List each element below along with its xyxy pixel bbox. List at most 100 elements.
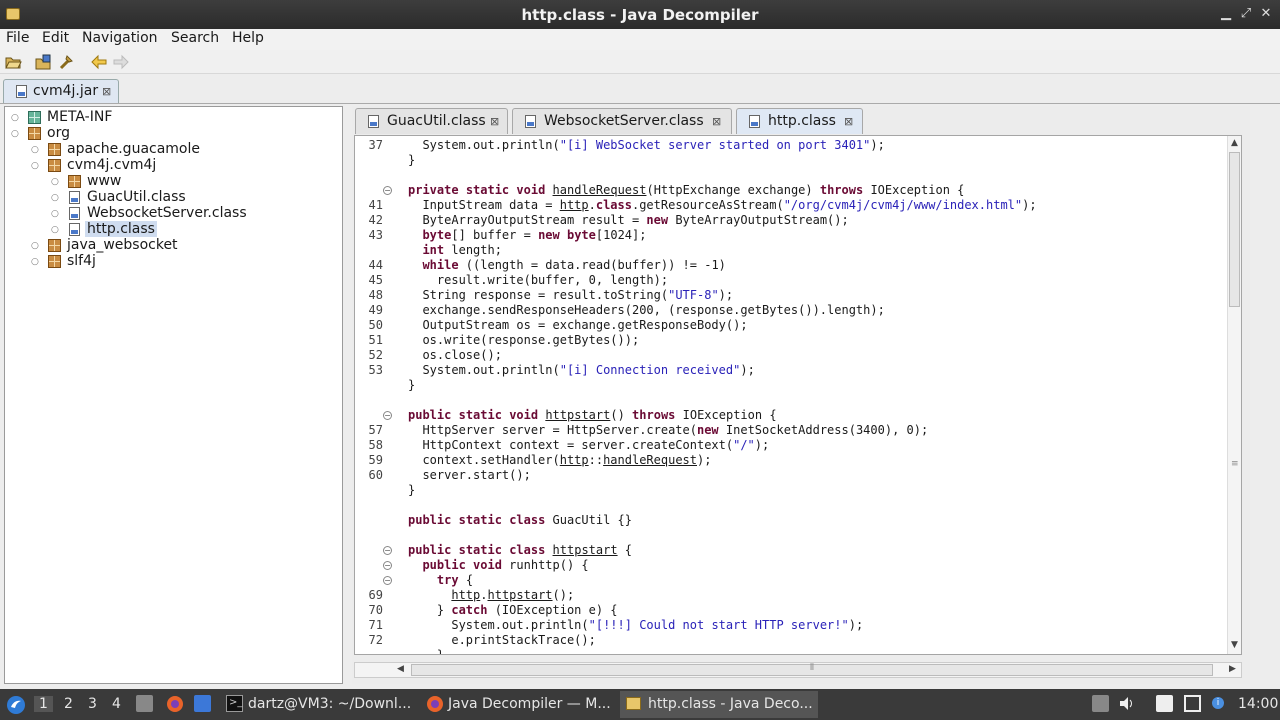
workspace-1[interactable]: 1: [34, 696, 53, 712]
fold-toggle-icon[interactable]: −: [383, 561, 392, 570]
close-icon[interactable]: ✕: [1258, 5, 1274, 23]
collapse-icon[interactable]: ○: [11, 129, 19, 139]
code-line: public void runhttp() {: [422, 558, 589, 572]
close-icon[interactable]: ⊠: [712, 115, 721, 128]
tree-node-cvm4j[interactable]: cvm4j.cvm4j: [67, 157, 156, 173]
file-manager-icon[interactable]: [136, 695, 153, 712]
code-line: while ((length = data.read(buffer)) != -…: [422, 258, 726, 272]
expand-icon[interactable]: ○: [51, 177, 59, 187]
tree-node-websocketserver[interactable]: WebsocketServer.class: [87, 205, 247, 221]
close-icon[interactable]: ⊠: [844, 115, 853, 128]
fold-toggle-icon[interactable]: −: [383, 546, 392, 555]
search-icon[interactable]: [58, 53, 76, 71]
tab-guacutil[interactable]: GuacUtil.class ⊠: [355, 108, 508, 134]
minimize-icon[interactable]: ▁: [1218, 5, 1234, 23]
menu-search[interactable]: Search: [169, 30, 221, 46]
terminal-icon: >_: [226, 695, 243, 712]
close-icon[interactable]: ⊠: [102, 85, 111, 98]
forward-icon[interactable]: [112, 53, 130, 71]
open-type-icon[interactable]: [35, 53, 53, 71]
jar-tab-strip: cvm4j.jar ⊠: [0, 76, 1280, 104]
line-number: 69: [368, 588, 383, 602]
code-view[interactable]: 37−41 42 43 44 45 48 49 50 51 52 53−57 58 59 60− − −69 7…: [354, 135, 1242, 655]
code-line: byte[] buffer = new byte[1024];: [422, 228, 647, 242]
expand-icon[interactable]: ○: [51, 193, 59, 203]
app-launcher-icon[interactable]: [194, 695, 211, 712]
workspace-2[interactable]: 2: [64, 696, 73, 712]
display-icon[interactable]: [1184, 695, 1201, 712]
tree-node-www[interactable]: www: [87, 173, 121, 189]
expand-icon[interactable]: ○: [51, 209, 59, 219]
line-number: 59: [368, 453, 383, 467]
scroll-down-icon[interactable]: ▼: [1231, 640, 1238, 650]
jar-file-icon: [16, 85, 27, 98]
expand-icon[interactable]: ○: [11, 113, 19, 123]
menu-help[interactable]: Help: [230, 30, 266, 46]
code-line: context.setHandler(http::handleRequest);: [408, 453, 712, 467]
expand-icon[interactable]: ○: [31, 241, 39, 251]
tab-label: http.class: [768, 113, 836, 129]
scroll-right-icon[interactable]: ▶: [1229, 664, 1236, 674]
package-icon: [48, 255, 61, 268]
code-line: HttpContext context = server.createConte…: [408, 438, 770, 452]
line-number: 72: [368, 633, 383, 647]
expand-icon[interactable]: ○: [31, 257, 39, 267]
tree-node-meta-inf[interactable]: META-INF: [47, 109, 112, 125]
package-icon: [48, 143, 61, 156]
jar-tab[interactable]: cvm4j.jar ⊠: [3, 79, 119, 103]
close-icon[interactable]: ⊠: [490, 115, 499, 128]
line-number-gutter: 37−41 42 43 44 45 48 49 50 51 52 53−57 58 59 60− − −69 7…: [355, 136, 395, 654]
code-line: String response = result.toString("UTF-8…: [408, 288, 734, 302]
tab-http[interactable]: http.class ⊠: [736, 108, 863, 134]
clock[interactable]: 14:00: [1238, 696, 1278, 712]
tray-app-icon[interactable]: [1092, 695, 1109, 712]
expand-icon[interactable]: ○: [31, 145, 39, 155]
menu-file[interactable]: File: [4, 30, 31, 46]
start-menu-icon[interactable]: [6, 695, 26, 715]
fold-toggle-icon[interactable]: −: [383, 186, 392, 195]
code-line: }: [408, 648, 445, 655]
firefox-icon[interactable]: [166, 695, 184, 713]
task-java-decompiler[interactable]: http.class - Java Deco...: [648, 696, 813, 712]
scroll-up-icon[interactable]: ▲: [1231, 138, 1238, 148]
line-number: 58: [368, 438, 383, 452]
workspace-4[interactable]: 4: [112, 696, 121, 712]
menu-edit[interactable]: Edit: [40, 30, 71, 46]
line-number: 41: [368, 198, 383, 212]
tree-node-guacutil[interactable]: GuacUtil.class: [87, 189, 186, 205]
code-line: os.write(response.getBytes());: [408, 333, 640, 347]
tab-websocketserver[interactable]: WebsocketServer.class ⊠: [512, 108, 732, 134]
tree-node-apache-guacamole[interactable]: apache.guacamole: [67, 141, 200, 157]
code-line: HttpServer server = HttpServer.create(ne…: [408, 423, 929, 437]
code-line: e.printStackTrace();: [408, 633, 596, 647]
fold-toggle-icon[interactable]: −: [383, 411, 392, 420]
class-file-icon: [69, 191, 80, 204]
tree-node-slf4j[interactable]: slf4j: [67, 253, 96, 269]
clipboard-icon[interactable]: [1156, 695, 1173, 712]
menu-navigation[interactable]: Navigation: [80, 30, 160, 46]
back-icon[interactable]: [90, 53, 108, 71]
maximize-icon[interactable]: ⤢: [1238, 5, 1254, 23]
tree-node-org[interactable]: org: [47, 125, 70, 141]
code-line: System.out.println("[i] Connection recei…: [408, 363, 755, 377]
code-line: int length;: [422, 243, 502, 257]
horizontal-scrollbar[interactable]: ◀ ⦀ ▶: [354, 662, 1242, 678]
vertical-scroll-thumb[interactable]: [1229, 152, 1240, 307]
collapse-icon[interactable]: ○: [31, 161, 39, 171]
tree-node-http-selected[interactable]: http.class: [85, 221, 157, 237]
task-firefox[interactable]: Java Decompiler — M...: [448, 696, 611, 712]
expand-icon[interactable]: ○: [51, 225, 59, 235]
tree-node-java-websocket[interactable]: java_websocket: [67, 237, 178, 253]
workspace-3[interactable]: 3: [88, 696, 97, 712]
scroll-left-icon[interactable]: ◀: [397, 664, 404, 674]
open-file-icon[interactable]: [4, 53, 22, 71]
volume-icon[interactable]: [1118, 695, 1135, 712]
task-terminal[interactable]: dartz@VM3: ~/Downl...: [248, 696, 411, 712]
line-number: 71: [368, 618, 383, 632]
vertical-scrollbar[interactable]: ▲ ≡ ▼: [1227, 136, 1241, 654]
class-file-icon: [749, 115, 760, 128]
window-title: http.class - Java Decompiler: [521, 6, 759, 24]
fold-toggle-icon[interactable]: −: [383, 576, 392, 585]
menu-bar: File Edit Navigation Search Help: [0, 29, 1280, 50]
info-icon[interactable]: i: [1212, 697, 1224, 709]
